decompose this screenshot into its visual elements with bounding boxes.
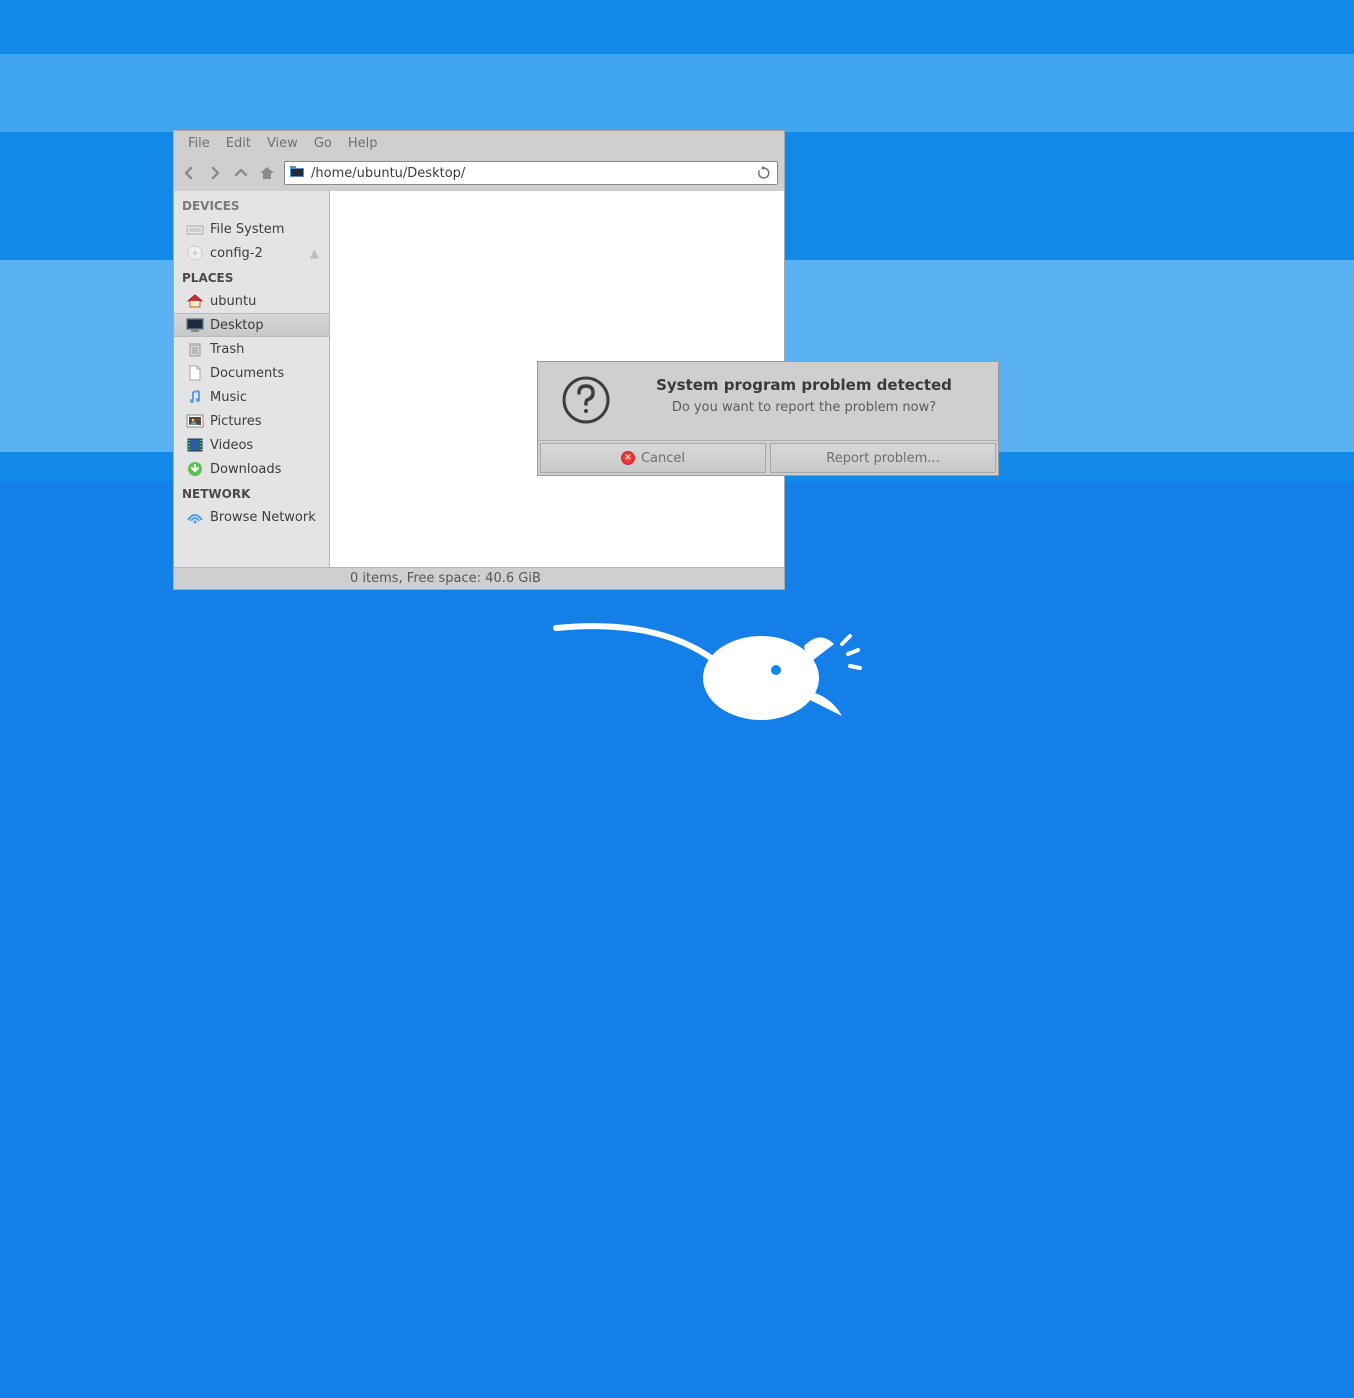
menu-go[interactable]: Go bbox=[306, 134, 340, 153]
network-icon bbox=[186, 508, 204, 526]
trash-icon bbox=[186, 340, 204, 358]
report-problem-button[interactable]: Report problem... bbox=[770, 443, 996, 473]
wallpaper-mouse-graphic bbox=[546, 608, 866, 728]
sidebar-item-music[interactable]: Music bbox=[174, 385, 329, 409]
drive-icon bbox=[186, 220, 204, 238]
desktop-icon bbox=[186, 316, 204, 334]
sidebar-item-filesystem[interactable]: File System bbox=[174, 217, 329, 241]
sidebar-item-label: Music bbox=[210, 390, 247, 405]
eject-icon[interactable]: ▲ bbox=[310, 246, 319, 260]
cancel-button-label: Cancel bbox=[641, 451, 685, 466]
sidebar-item-label: Pictures bbox=[210, 414, 261, 429]
document-icon bbox=[186, 364, 204, 382]
statusbar: 0 items, Free space: 40.6 GiB bbox=[174, 567, 784, 589]
sidebar-heading-places: PLACES bbox=[174, 265, 329, 289]
sidebar-item-label: File System bbox=[210, 222, 284, 237]
menu-edit[interactable]: Edit bbox=[218, 134, 259, 153]
wallpaper-band bbox=[0, 54, 1354, 132]
sidebar: DEVICES File System config-2 ▲ PLACES bbox=[174, 191, 330, 567]
sidebar-item-label: ubuntu bbox=[210, 294, 256, 309]
menubar: File Edit View Go Help bbox=[174, 131, 784, 155]
menu-help[interactable]: Help bbox=[340, 134, 386, 153]
path-input[interactable] bbox=[311, 166, 749, 181]
nav-forward-button[interactable] bbox=[206, 164, 224, 182]
sidebar-item-documents[interactable]: Documents bbox=[174, 361, 329, 385]
menu-file[interactable]: File bbox=[180, 134, 218, 153]
path-folder-icon bbox=[289, 164, 305, 182]
sidebar-item-trash[interactable]: Trash bbox=[174, 337, 329, 361]
home-icon bbox=[186, 292, 204, 310]
nav-up-button[interactable] bbox=[232, 164, 250, 182]
menu-view[interactable]: View bbox=[259, 134, 306, 153]
sidebar-item-desktop[interactable]: Desktop bbox=[174, 313, 329, 337]
sidebar-item-videos[interactable]: Videos bbox=[174, 433, 329, 457]
sidebar-item-config2[interactable]: config-2 ▲ bbox=[174, 241, 329, 265]
downloads-icon bbox=[186, 460, 204, 478]
sidebar-item-label: config-2 bbox=[210, 246, 263, 261]
sidebar-item-pictures[interactable]: Pictures bbox=[174, 409, 329, 433]
sidebar-item-label: Documents bbox=[210, 366, 284, 381]
cancel-button[interactable]: ✕ Cancel bbox=[540, 443, 766, 473]
status-text: 0 items, Free space: 40.6 GiB bbox=[350, 571, 541, 586]
sidebar-item-label: Downloads bbox=[210, 462, 281, 477]
refresh-button[interactable] bbox=[755, 164, 773, 182]
sidebar-item-downloads[interactable]: Downloads bbox=[174, 457, 329, 481]
path-entry[interactable] bbox=[284, 161, 778, 185]
videos-icon bbox=[186, 436, 204, 454]
pictures-icon bbox=[186, 412, 204, 430]
sidebar-item-label: Browse Network bbox=[210, 510, 316, 525]
question-icon bbox=[560, 374, 612, 426]
sidebar-item-label: Trash bbox=[210, 342, 244, 357]
sidebar-item-browse-network[interactable]: Browse Network bbox=[174, 505, 329, 529]
sidebar-heading-devices: DEVICES bbox=[174, 193, 329, 217]
problem-dialog: System program problem detected Do you w… bbox=[537, 361, 999, 476]
close-icon: ✕ bbox=[621, 451, 635, 465]
disc-icon bbox=[186, 244, 204, 262]
sidebar-item-ubuntu[interactable]: ubuntu bbox=[174, 289, 329, 313]
sidebar-item-label: Videos bbox=[210, 438, 253, 453]
sidebar-heading-network: NETWORK bbox=[174, 481, 329, 505]
music-icon bbox=[186, 388, 204, 406]
file-manager-window: File Edit View Go Help DEVI bbox=[173, 130, 785, 590]
nav-back-button[interactable] bbox=[180, 164, 198, 182]
nav-home-button[interactable] bbox=[258, 164, 276, 182]
sidebar-item-label: Desktop bbox=[210, 318, 264, 333]
dialog-title: System program problem detected bbox=[632, 376, 976, 394]
dialog-message: Do you want to report the problem now? bbox=[632, 400, 976, 415]
report-button-label: Report problem... bbox=[826, 451, 939, 466]
toolbar bbox=[174, 155, 784, 191]
